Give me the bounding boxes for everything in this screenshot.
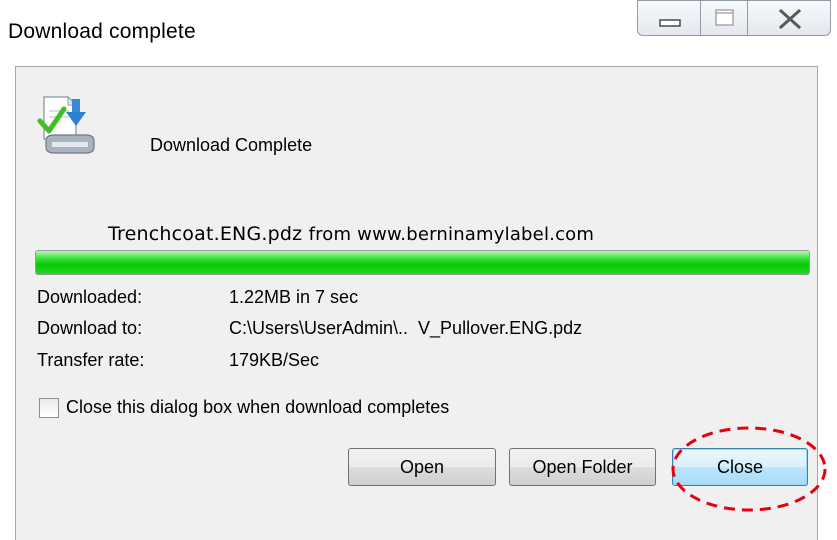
minimize-icon <box>659 19 681 27</box>
open-folder-button[interactable]: Open Folder <box>509 448 656 486</box>
close-on-complete-label[interactable]: Close this dialog box when download comp… <box>66 397 449 418</box>
window-title: Download complete <box>8 20 196 43</box>
status-label: Download Complete <box>150 135 313 155</box>
dialog-body: Download Complete Trenchcoat.ENG.pdz fro… <box>15 66 827 540</box>
maximize-button[interactable] <box>700 0 748 36</box>
open-button[interactable]: Open <box>348 448 496 486</box>
maximize-icon <box>715 9 734 26</box>
file-source: from www.berninamylabel.com <box>308 224 595 245</box>
download-to-label: Download to: <box>37 318 143 338</box>
close-on-complete-checkbox[interactable] <box>39 398 59 418</box>
transfer-rate-label: Transfer rate: <box>37 350 145 370</box>
file-source-line: Trenchcoat.ENG.pdz from www.berninamylab… <box>108 223 594 245</box>
transfer-rate-value: 179KB/Sec <box>229 350 320 370</box>
downloaded-label: Downloaded: <box>37 287 143 307</box>
title-bar: Download complete <box>0 0 837 66</box>
download-progress-bar <box>35 250 810 275</box>
close-button[interactable]: Close <box>672 448 808 486</box>
minimize-button[interactable] <box>637 0 701 36</box>
download-complete-icon <box>37 95 95 154</box>
downloaded-value: 1.22MB in 7 sec <box>229 287 359 307</box>
close-icon <box>778 8 802 30</box>
download-to-value: C:\Users\UserAdmin\.. V_Pullover.ENG.pdz <box>229 318 583 338</box>
window-close-button[interactable] <box>747 0 831 36</box>
progress-fill <box>36 251 809 274</box>
file-name: Trenchcoat.ENG.pdz <box>108 223 303 245</box>
